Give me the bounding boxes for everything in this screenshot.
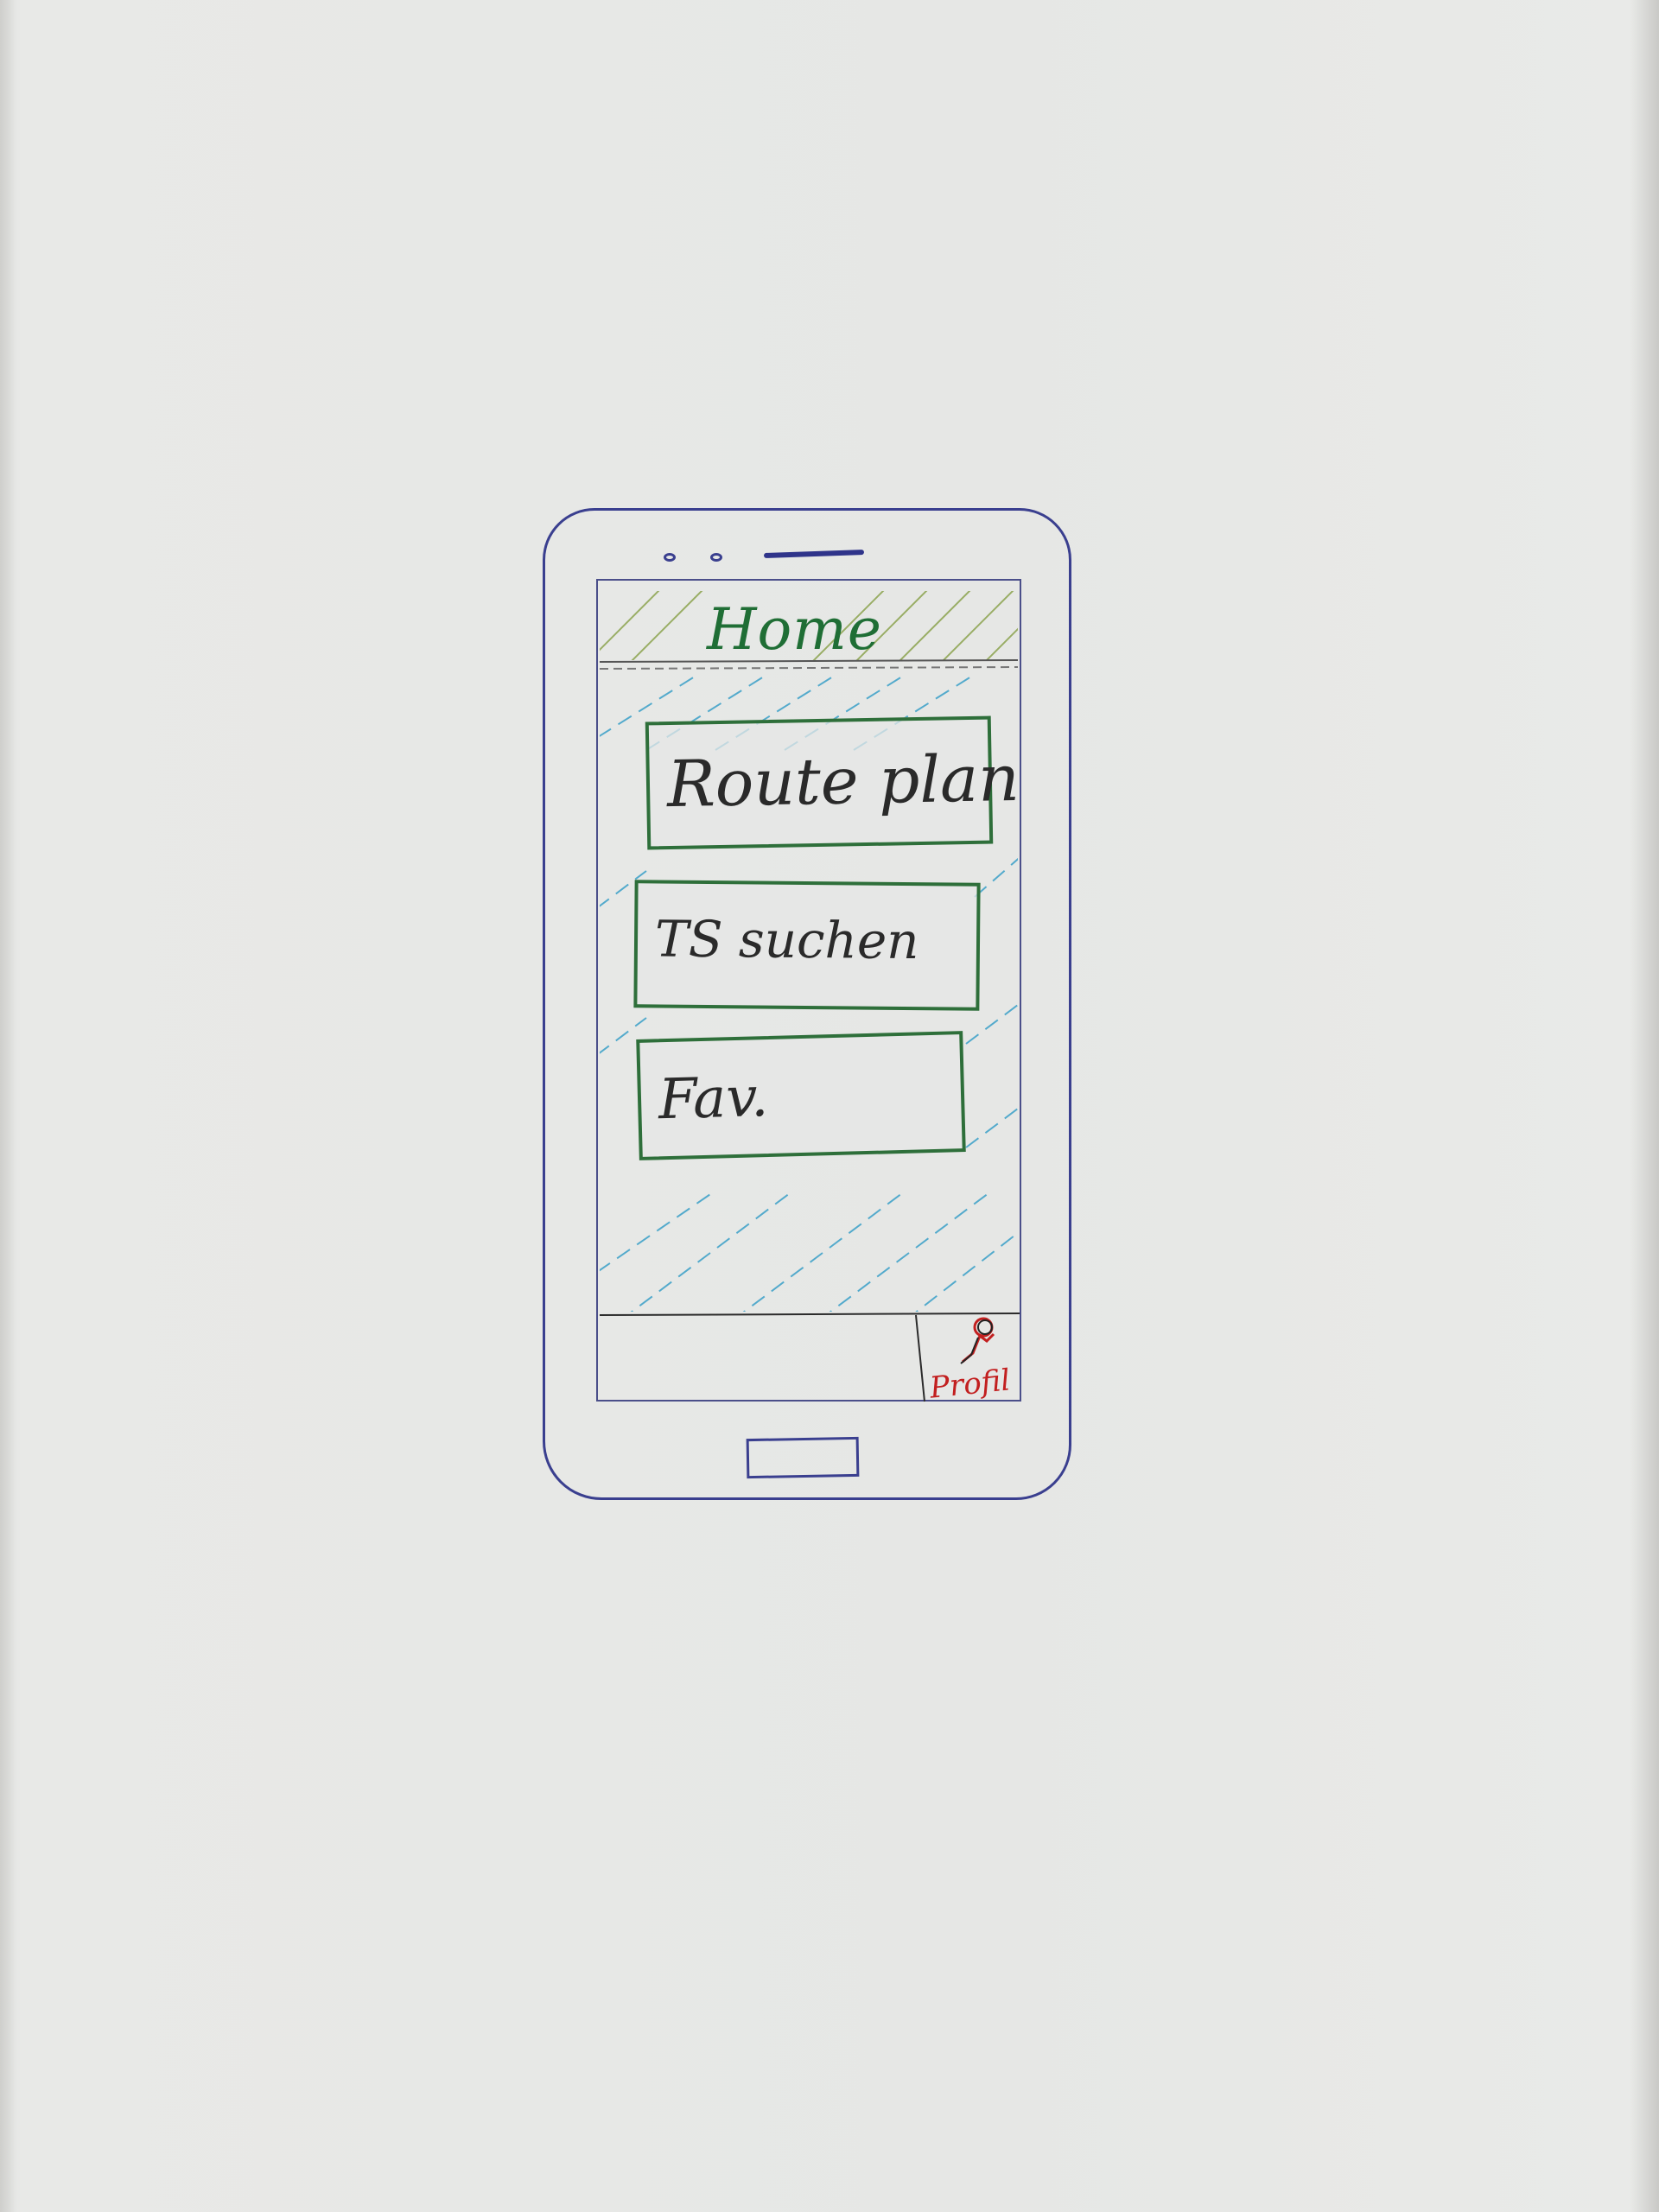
page-title: Home xyxy=(707,596,882,663)
hardware-home-button[interactable] xyxy=(746,1436,860,1479)
ts-search-button[interactable]: TS suchen xyxy=(633,880,981,1011)
ts-search-button-label: TS suchen xyxy=(654,909,919,971)
paper-edge-left xyxy=(0,0,16,2212)
route-plan-button[interactable]: Route plan xyxy=(645,715,1020,850)
favorites-button[interactable]: Fav. xyxy=(636,1031,966,1160)
person-icon xyxy=(960,1317,995,1364)
phone-frame: Home Route plan TS suchen Fav. Profil xyxy=(543,508,1078,1503)
favorites-button-label: Fav. xyxy=(658,1065,770,1133)
route-plan-button-label: Route plan xyxy=(666,741,1020,823)
paper-edge-right xyxy=(1630,0,1659,2212)
